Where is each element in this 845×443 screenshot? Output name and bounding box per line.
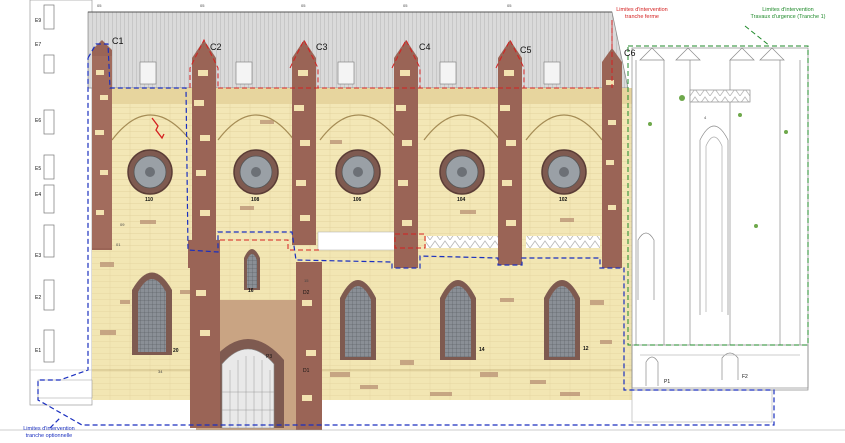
label-106: 106 bbox=[353, 197, 362, 203]
label-09: 09 bbox=[120, 222, 125, 227]
label-e2: E2 bbox=[35, 295, 41, 301]
label-c1: C1 bbox=[112, 36, 124, 46]
annotation-red-zone: Limites d'intervention tranche ferme bbox=[612, 7, 672, 21]
label-05-b: 05 bbox=[200, 3, 205, 8]
annotation-green-zone: Limites d'intervention Travaux d'urgence… bbox=[738, 7, 838, 21]
label-c5: C5 bbox=[520, 45, 532, 55]
label-05-e: 05 bbox=[507, 3, 512, 8]
label-34: 34 bbox=[158, 369, 163, 374]
label-108: 108 bbox=[251, 197, 260, 203]
label-15: 15 bbox=[304, 278, 309, 283]
lancet-window-20 bbox=[132, 272, 172, 355]
annotation-blue-line1: Limites d'intervention bbox=[23, 426, 75, 432]
label-e6: E6 bbox=[35, 118, 41, 124]
label-d2: D2 bbox=[303, 290, 310, 296]
annotation-green-line2: Travaux d'urgence (Tranche 1) bbox=[750, 14, 826, 20]
label-d1: D1 bbox=[303, 368, 310, 374]
label-c3: C3 bbox=[316, 42, 328, 52]
buttress-c2 bbox=[188, 40, 220, 268]
annotation-red-line1: Limites d'intervention bbox=[616, 7, 668, 13]
label-e5: E5 bbox=[35, 166, 41, 172]
buttress-c1 bbox=[92, 40, 112, 250]
label-e4: E4 bbox=[35, 192, 41, 198]
rose-window-104 bbox=[439, 149, 485, 195]
label-20: 20 bbox=[173, 348, 179, 354]
label-01: 01 bbox=[116, 242, 121, 247]
label-e3: E3 bbox=[35, 253, 41, 259]
label-110: 110 bbox=[145, 197, 153, 203]
buttress-c5 bbox=[498, 40, 522, 265]
left-neighbour-building bbox=[29, 0, 93, 406]
label-e9: E9 bbox=[35, 18, 41, 24]
rose-window-102 bbox=[541, 149, 587, 195]
facade-elevation-drawing: C1 C2 C3 C4 C5 C6 110 108 106 104 102 20… bbox=[0, 0, 845, 431]
annotation-red-line2: tranche ferme bbox=[625, 14, 659, 20]
label-12: 12 bbox=[583, 346, 589, 352]
label-104: 104 bbox=[457, 197, 466, 203]
label-05-c: 05 bbox=[301, 3, 306, 8]
label-p1: P1 bbox=[664, 379, 670, 385]
lancet-window-mid bbox=[340, 280, 376, 360]
label-p3: P3 bbox=[266, 354, 272, 360]
rose-window-106 bbox=[335, 149, 381, 195]
lancet-window-12 bbox=[544, 280, 580, 360]
lancet-window-14 bbox=[440, 280, 476, 360]
annotation-blue-line2: tranche optionnelle bbox=[25, 433, 73, 439]
rose-window-108 bbox=[233, 149, 279, 195]
label-14: 14 bbox=[479, 347, 485, 353]
label-f2: F2 bbox=[742, 374, 748, 380]
right-gothic-church bbox=[631, 47, 809, 391]
label-102: 102 bbox=[559, 197, 568, 203]
label-05-a: 05 bbox=[97, 3, 102, 8]
lancet-window-tower bbox=[244, 249, 260, 290]
annotation-blue-zone: Limites d'intervention tranche optionnel… bbox=[14, 426, 84, 440]
buttress-c3 bbox=[292, 40, 316, 245]
label-e1: E1 bbox=[35, 348, 41, 354]
rose-window-110 bbox=[127, 149, 173, 195]
label-c6: C6 bbox=[624, 48, 636, 58]
label-16: 16 bbox=[248, 288, 254, 294]
label-05-d: 05 bbox=[403, 3, 408, 8]
annotation-green-line1: Limites d'intervention bbox=[762, 7, 814, 13]
label-c4: C4 bbox=[419, 42, 431, 52]
label-c2: C2 bbox=[210, 42, 222, 52]
roof bbox=[87, 11, 629, 89]
label-e7: E7 bbox=[35, 42, 41, 48]
